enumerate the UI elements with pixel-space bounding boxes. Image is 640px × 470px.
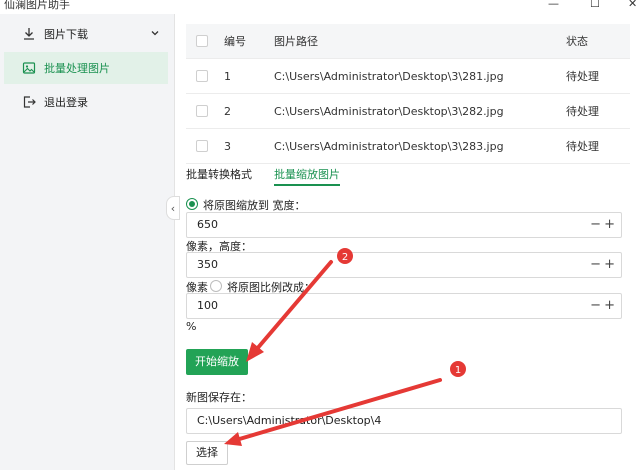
start-resize-button[interactable]: 开始缩放 xyxy=(186,349,248,375)
download-icon xyxy=(22,27,36,41)
sidebar-item-label: 图片下载 xyxy=(44,28,88,41)
table-row[interactable]: 3 C:\Users\Administrator\Desktop\3\283.j… xyxy=(186,129,630,164)
row-checkbox[interactable] xyxy=(196,105,208,117)
choose-folder-button[interactable]: 选择 xyxy=(186,441,228,465)
sidebar-item-logout[interactable]: 退出登录 xyxy=(4,86,168,118)
ratio-minus-button[interactable]: − xyxy=(590,294,601,318)
table-header-row: 编号 图片路径 状态 xyxy=(186,24,630,59)
height-stepper[interactable]: 350 − + xyxy=(186,252,622,278)
title-bar: 仙澜图片助手 — ☐ ✕ xyxy=(0,0,640,14)
radio-ratio[interactable] xyxy=(210,280,222,292)
width-plus-button[interactable]: + xyxy=(604,213,615,237)
select-all-checkbox[interactable] xyxy=(196,35,208,47)
sidebar-item-label: 批量处理图片 xyxy=(44,62,110,75)
chevron-left-icon: ‹ xyxy=(170,201,176,215)
row-path: C:\Users\Administrator\Desktop\3\282.jpg xyxy=(274,105,504,118)
chevron-down-icon[interactable] xyxy=(150,28,160,41)
main-panel: 编号 图片路径 状态 1 C:\Users\Administrator\Desk… xyxy=(176,14,640,470)
save-path-label: 新图保存在： xyxy=(186,391,252,404)
maximize-button[interactable]: ☐ xyxy=(590,0,600,10)
table-row[interactable]: 2 C:\Users\Administrator\Desktop\3\282.j… xyxy=(186,94,630,129)
ratio-plus-button[interactable]: + xyxy=(604,294,615,318)
header-path: 图片路径 xyxy=(274,35,318,48)
image-table: 编号 图片路径 状态 1 C:\Users\Administrator\Desk… xyxy=(186,24,630,164)
tab-batch-convert[interactable]: 批量转换格式 xyxy=(186,166,252,182)
option-fixed-size-label: 将原图缩放到 宽度： xyxy=(203,199,306,212)
header-num: 编号 xyxy=(224,35,246,48)
minimize-button[interactable]: — xyxy=(548,0,559,10)
row-num: 1 xyxy=(224,70,231,83)
width-stepper[interactable]: 650 − + xyxy=(186,212,622,238)
width-value[interactable]: 650 xyxy=(197,213,218,237)
app-title: 仙澜图片助手 xyxy=(4,0,70,11)
height-minus-button[interactable]: − xyxy=(590,253,601,277)
sidebar: 图片下载 批量处理图片 退出登录 xyxy=(0,14,175,470)
row-status: 待处理 xyxy=(566,105,599,118)
row-checkbox[interactable] xyxy=(196,70,208,82)
sidebar-item-batch-process[interactable]: 批量处理图片 xyxy=(4,52,168,84)
width-minus-button[interactable]: − xyxy=(590,213,601,237)
height-value[interactable]: 350 xyxy=(197,253,218,277)
table-row[interactable]: 1 C:\Users\Administrator\Desktop\3\281.j… xyxy=(186,59,630,94)
row-path: C:\Users\Administrator\Desktop\3\283.jpg xyxy=(274,140,504,153)
row-checkbox[interactable] xyxy=(196,140,208,152)
height-plus-button[interactable]: + xyxy=(604,253,615,277)
sidebar-item-download[interactable]: 图片下载 xyxy=(4,18,168,50)
radio-fixed-size[interactable] xyxy=(186,198,198,210)
row-path: C:\Users\Administrator\Desktop\3\281.jpg xyxy=(274,70,504,83)
logout-icon xyxy=(22,95,36,109)
row-status: 待处理 xyxy=(566,70,599,83)
header-status: 状态 xyxy=(566,35,588,48)
percent-label: % xyxy=(186,320,197,333)
ratio-value[interactable]: 100 xyxy=(197,294,218,318)
image-icon xyxy=(22,61,36,75)
close-button[interactable]: ✕ xyxy=(628,0,637,10)
row-num: 2 xyxy=(224,105,231,118)
tab-batch-resize[interactable]: 批量缩放图片 xyxy=(274,166,340,186)
row-status: 待处理 xyxy=(566,140,599,153)
save-path-input[interactable]: C:\Users\Administrator\Desktop\4 xyxy=(186,408,622,434)
sidebar-item-label: 退出登录 xyxy=(44,96,88,109)
row-num: 3 xyxy=(224,140,231,153)
ratio-stepper[interactable]: 100 − + xyxy=(186,293,622,319)
